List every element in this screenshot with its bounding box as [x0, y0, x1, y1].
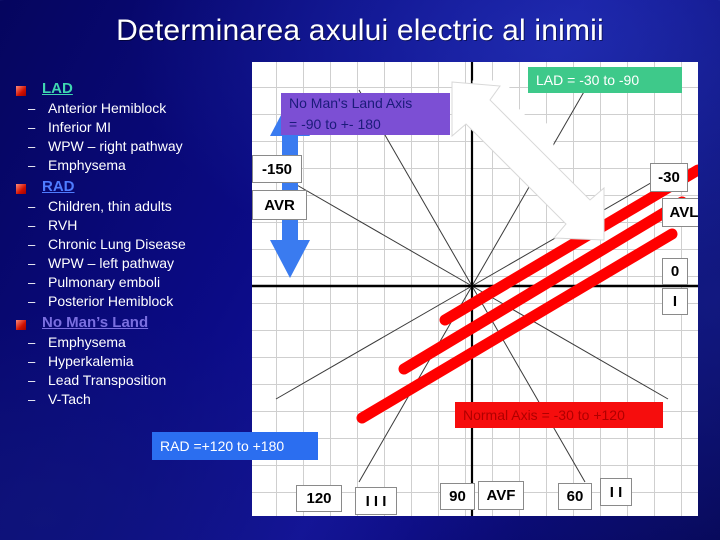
list-item-label: Hyperkalemia — [48, 353, 134, 369]
bullet-group-no-mans-land: No Man’s Land — [8, 314, 256, 332]
dash-marker: – — [28, 101, 36, 116]
list-item-label: Children, thin adults — [48, 198, 172, 214]
bullet-list: LAD – Anterior Hemiblock – Inferior MI – WP… — [8, 80, 256, 409]
list-item-label: Posterior Hemiblock — [48, 293, 174, 309]
bullet-heading-lad: LAD — [42, 80, 73, 97]
callout-normal-axis: Normal Axis = -30 to +120 — [455, 402, 663, 428]
dash-marker: – — [28, 373, 36, 388]
bullet-square-icon — [16, 86, 26, 96]
list-item-label: WPW – left pathway — [48, 255, 175, 271]
callout-rad: RAD =+120 to +180 — [152, 432, 318, 460]
axis-label-minus-150: -150 — [252, 155, 302, 183]
bullet-square-icon — [16, 184, 26, 194]
hexaxial-reference-diagram: -150 AVR -30 AVL 0 I 120 I I I 90 AVF 60… — [252, 62, 698, 516]
callout-no-mans-land-line1: No Man's Land Axis — [289, 95, 413, 111]
bullet-square-icon — [16, 320, 26, 330]
dash-marker: – — [28, 120, 36, 135]
dash-marker: – — [28, 256, 36, 271]
list-item: – Chronic Lung Disease — [8, 235, 256, 254]
axis-label-lead-three: I I I — [355, 487, 397, 515]
bullet-heading-no-mans-land: No Man’s Land — [42, 314, 149, 331]
list-item: – Lead Transposition — [8, 371, 256, 390]
callout-normal-axis-text: Normal Axis = -30 to +120 — [463, 407, 625, 423]
list-item-label: RVH — [48, 217, 78, 233]
list-item-label: Emphysema — [48, 334, 126, 350]
bullet-heading-rad: RAD — [42, 178, 75, 195]
list-item: – Children, thin adults — [8, 197, 256, 216]
axis-label-avr: AVR — [252, 190, 307, 220]
dash-marker: – — [28, 354, 36, 369]
callout-lad: LAD = -30 to -90 — [528, 67, 682, 93]
bullet-group-rad: RAD — [8, 178, 256, 196]
page-title: Determinarea axului electric al inimii — [116, 14, 604, 47]
dash-marker: – — [28, 335, 36, 350]
list-item: – Emphysema — [8, 156, 256, 175]
white-down-right-arrow — [451, 80, 605, 241]
list-item-label: Chronic Lung Disease — [48, 236, 186, 252]
list-item: – Hyperkalemia — [8, 352, 256, 371]
axis-label-one-twenty: 120 — [296, 485, 342, 512]
red-band — [356, 164, 698, 424]
dash-marker: – — [28, 199, 36, 214]
axis-label-sixty: 60 — [558, 483, 592, 510]
list-item: – Posterior Hemiblock — [8, 292, 256, 311]
list-item-label: Pulmonary emboli — [48, 274, 161, 290]
axis-label-avf: AVF — [478, 481, 524, 510]
list-item-label: Emphysema — [48, 157, 126, 173]
dash-marker: – — [28, 158, 36, 173]
dash-marker: – — [28, 294, 36, 309]
callout-no-mans-land: No Man's Land Axis = -90 to +- 180 — [281, 93, 450, 135]
axis-label-minus-30: -30 — [650, 163, 688, 192]
bullet-group-lad: LAD — [8, 80, 256, 98]
list-item-label: V-Tach — [48, 391, 91, 407]
dash-marker: – — [28, 237, 36, 252]
list-item-label: Inferior MI — [48, 119, 112, 135]
list-item-label: WPW – right pathway — [48, 138, 183, 154]
list-item-label: Anterior Hemiblock — [48, 100, 167, 116]
list-item-label: Lead Transposition — [48, 372, 167, 388]
dash-marker: – — [28, 218, 36, 233]
callout-lad-text: LAD = -30 to -90 — [536, 72, 640, 88]
axis-label-lead-two: I I — [600, 478, 632, 506]
list-item: – RVH — [8, 216, 256, 235]
dash-marker: – — [28, 139, 36, 154]
axis-label-zero: 0 — [662, 258, 688, 285]
axis-label-ninety: 90 — [440, 483, 475, 510]
list-item: – Anterior Hemiblock — [8, 99, 256, 118]
callout-rad-text: RAD =+120 to +180 — [160, 438, 285, 454]
list-item: – Pulmonary emboli — [8, 273, 256, 292]
axis-label-lead-one: I — [662, 288, 688, 315]
list-item: – Emphysema — [8, 333, 256, 352]
list-item: – V-Tach — [8, 390, 256, 409]
callout-no-mans-land-line2: = -90 to +- 180 — [289, 116, 381, 132]
dash-marker: – — [28, 275, 36, 290]
dash-marker: – — [28, 392, 36, 407]
axis-label-avl: AVL — [662, 198, 698, 227]
list-item: – WPW – right pathway — [8, 137, 256, 156]
list-item: – Inferior MI — [8, 118, 256, 137]
list-item: – WPW – left pathway — [8, 254, 256, 273]
